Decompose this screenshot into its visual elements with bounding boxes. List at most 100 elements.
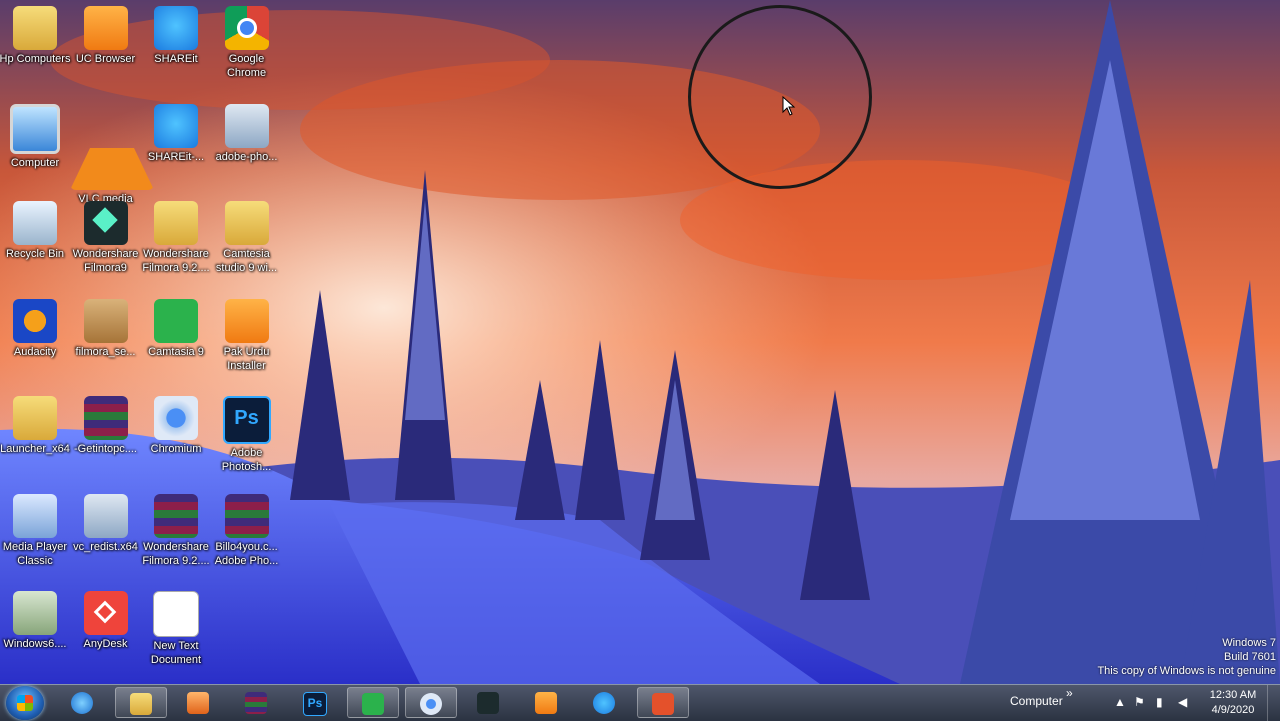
desktop-icon-label: UC Browser [75, 53, 136, 65]
folder-icon [130, 693, 152, 715]
winrar-icon [224, 493, 269, 538]
installer-box-icon [83, 298, 128, 343]
volume-speaker-icon[interactable]: ◀ [1178, 695, 1187, 709]
desktop-icon-label: SHAREit-... [147, 150, 205, 163]
desktop-icon-label: Wondershare Filmora9 [72, 248, 139, 274]
media-player-icon [187, 692, 209, 714]
desktop-icon-label: -Getintopc.... [74, 443, 137, 455]
desktop-icon-label: Launcher_x64 [0, 443, 70, 455]
recycle-bin-icon [13, 201, 57, 245]
desktop-icon[interactable]: SHAREit-... [140, 98, 212, 164]
taskbar-button-media-player[interactable] [173, 687, 225, 718]
anydesk-icon [83, 591, 128, 635]
desktop-icon[interactable]: adobe-pho... [211, 98, 283, 164]
desktop-icon[interactable]: Computer [0, 98, 71, 170]
taskbar-button-winrar[interactable] [231, 687, 283, 718]
desktop-icon[interactable]: Wondershare Filmora 9.2.... [140, 488, 212, 568]
camtasia-recorder-icon [652, 693, 674, 715]
desktop-icon[interactable]: UC Browser [70, 0, 142, 66]
tray-toolbar-computer[interactable]: Computer [1010, 694, 1063, 708]
desktop-icon[interactable]: Recycle Bin [0, 195, 71, 261]
desktop-icon[interactable]: Wondershare Filmora 9.2.... [140, 195, 212, 275]
taskbar-button-camtasia-recorder[interactable] [637, 687, 689, 718]
desktop-icon[interactable]: vc_redist.x64 [70, 488, 142, 554]
desktop-icon[interactable]: Billo4you.c... Adobe Pho... [211, 488, 283, 568]
system-clock[interactable]: 12:30 AM 4/9/2020 [1200, 688, 1266, 718]
network-signal-icon[interactable]: ▮ [1156, 695, 1163, 709]
filmora-icon [83, 201, 128, 245]
windows-watermark: Windows 7 Build 7601 This copy of Window… [1097, 636, 1276, 678]
chromium-icon [420, 693, 442, 715]
desktop-icon-label: Camtesia studio 9 wi... [215, 248, 278, 274]
windows-update-icon [13, 591, 57, 635]
desktop-icon[interactable]: New Text Document [140, 585, 212, 667]
desktop-icon[interactable]: -Getintopc.... [70, 390, 142, 456]
winrar-icon [154, 493, 198, 538]
desktop-icon[interactable]: Media Player Classic [0, 488, 71, 568]
cursor-highlight-ring [688, 5, 872, 189]
clock-date: 4/9/2020 [1211, 704, 1255, 716]
desktop-icon-label: Hp Computers [0, 53, 71, 65]
chromium-icon [154, 396, 198, 440]
desktop-icon[interactable]: Camtesia studio 9 wi... [211, 195, 283, 275]
taskbar-button-file-explorer[interactable] [115, 687, 167, 718]
watermark-genuine-notice: This copy of Windows is not genuine [1097, 665, 1276, 677]
desktop-icon[interactable]: Camtasia 9 [140, 293, 212, 359]
desktop-icon-label: Chromium [150, 443, 202, 455]
start-button[interactable] [6, 686, 44, 720]
clock-time: 12:30 AM [1209, 689, 1257, 701]
internet-explorer-icon [71, 692, 93, 714]
desktop-icon[interactable]: Ps Adobe Photosh... [211, 390, 283, 474]
taskbar-button-uc-browser[interactable] [521, 687, 573, 718]
taskbar-button-chromium[interactable] [405, 687, 457, 718]
show-desktop-button[interactable] [1267, 685, 1280, 721]
desktop-icon[interactable]: Google Chrome [211, 0, 283, 80]
windows-logo-icon [17, 695, 33, 711]
desktop-icon-label: Billo4you.c... Adobe Pho... [214, 540, 279, 567]
desktop-icon-label: SHAREit [154, 53, 198, 65]
desktop-icon-label: Media Player Classic [2, 540, 68, 567]
desktop-icon-label: adobe-pho... [215, 150, 278, 163]
desktop-icon-label: Google Chrome [226, 53, 267, 79]
taskbar-button-internet-explorer[interactable] [57, 687, 109, 718]
photoshop-icon: Ps [222, 396, 271, 444]
uc-browser-icon [83, 6, 128, 50]
desktop-icon-label: Pak Urdu Installer [223, 345, 270, 372]
desktop-icon-label: filmora_se... [75, 345, 136, 358]
desktop-icon[interactable]: Windows6.... [0, 585, 71, 651]
shareit-icon [154, 6, 198, 50]
desktop-icon[interactable]: Hp Computers [0, 0, 71, 66]
shareit-icon [593, 692, 615, 714]
winrar-icon [83, 396, 128, 440]
desktop-icon-label: Windows6.... [3, 638, 67, 650]
mouse-pointer-icon [782, 96, 796, 116]
desktop-icon[interactable]: Audacity [0, 293, 71, 359]
text-document-icon [153, 591, 199, 637]
filmora-icon [477, 692, 499, 714]
folder-icon [13, 396, 57, 440]
desktop-icon[interactable]: Launcher_x64 [0, 390, 71, 456]
desktop-icon[interactable]: SHAREit [140, 0, 212, 66]
desktop-icon[interactable]: Chromium [140, 390, 212, 456]
taskbar-button-shareit[interactable] [579, 687, 631, 718]
taskbar-button-filmora[interactable] [463, 687, 515, 718]
camtasia-icon [362, 693, 384, 715]
folder-icon [154, 201, 198, 245]
folder-icon [224, 201, 269, 245]
tray-toolbar-chevron-icon[interactable]: » [1066, 686, 1073, 700]
show-hidden-icons-arrow-icon[interactable]: ▲ [1114, 695, 1126, 709]
taskbar-button-camtasia[interactable] [347, 687, 399, 718]
desktop-icon-label: Wondershare Filmora 9.2.... [142, 248, 210, 274]
action-center-flag-icon[interactable]: ⚑ [1134, 695, 1145, 709]
desktop-icon[interactable]: Pak Urdu Installer [211, 293, 283, 373]
desktop-icon[interactable]: filmora_se... [70, 293, 142, 359]
chrome-icon [224, 6, 269, 50]
desktop-icon-label: Camtasia 9 [148, 345, 204, 358]
desktop-icon[interactable]: AnyDesk [70, 585, 142, 651]
media-player-classic-icon [13, 493, 57, 538]
desktop-icon-label: New Text Document [150, 640, 202, 666]
taskbar: Ps Computer » ▲ ⚑ ▮ ◀ 12:30 AM 4/9/2020 [0, 684, 1280, 721]
desktop-icon[interactable]: Wondershare Filmora9 [70, 195, 142, 275]
taskbar-button-photoshop[interactable]: Ps [289, 687, 341, 718]
uc-browser-icon [535, 692, 557, 714]
